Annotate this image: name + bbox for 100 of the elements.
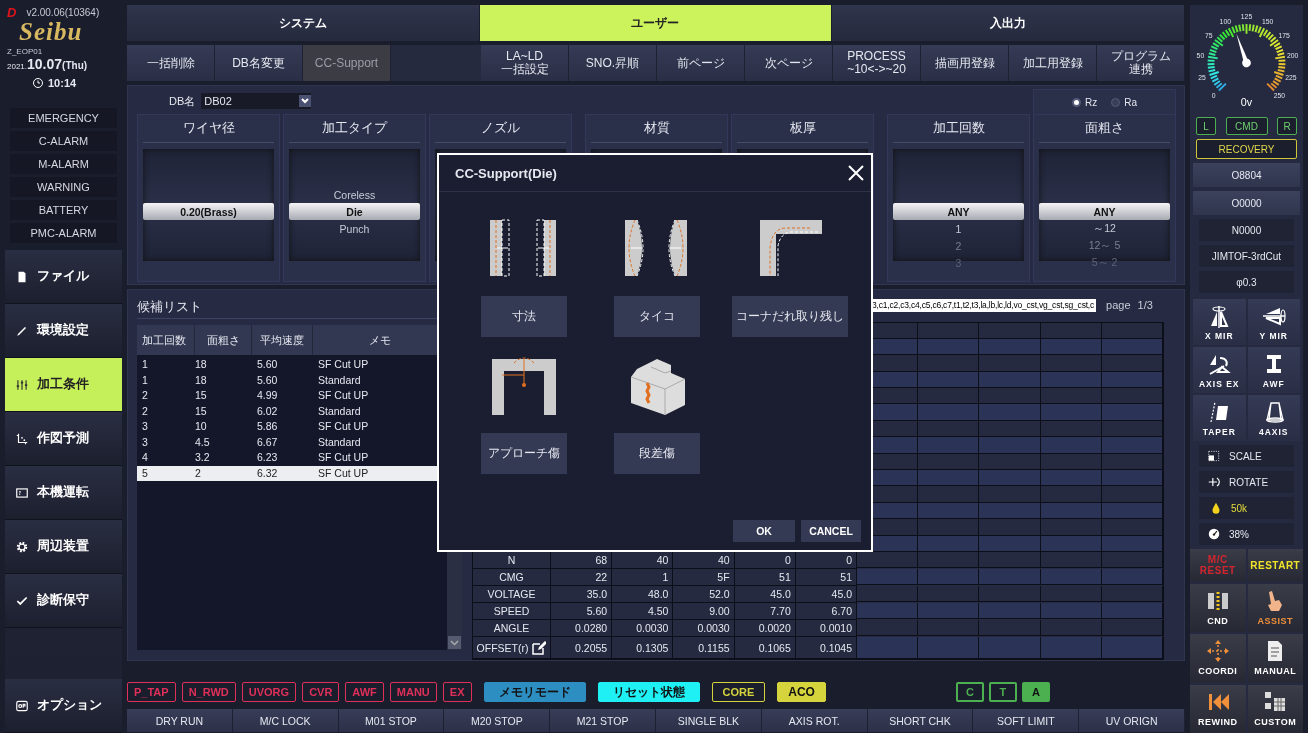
tab[interactable]: 入出力 [832,5,1185,41]
clock-icon [32,77,44,89]
picker-option[interactable]: ANY [893,203,1024,220]
status-tag: N_RWD [181,682,236,702]
toolbar-button[interactable]: CC-Support [303,45,391,81]
setting-button[interactable]: ROTATE [1199,471,1294,493]
table-cell [857,603,919,620]
setting-button[interactable]: 38% [1199,523,1294,545]
toolbar-button[interactable]: プログラム 連携 [1097,45,1185,81]
action-button[interactable]: ASSIST [1247,583,1303,632]
nav-item[interactable]: 作図予測 [5,412,122,466]
picker-option[interactable]: ANY [1039,203,1170,220]
action-button[interactable]: RESTART [1247,549,1303,582]
function-button[interactable]: DRY RUN [127,709,233,732]
tool-button[interactable]: 4AXIS [1247,395,1300,441]
mode-button[interactable]: CMD [1225,117,1268,135]
picker-option[interactable]: 1 [893,220,1024,237]
program-display: JIMTOF-3rdCut [1199,245,1294,267]
toolbar-button[interactable]: DB名変更 [215,45,303,81]
filter-field[interactable]: 3,c1,c2,c3,c4,c5,c6,c7,t1,t2,t3,la,lb,lc,ld,vo_cst,vg_cst,sg_cst,c [870,298,1097,312]
table-cell-text: SF Cut UP [317,388,370,403]
toolbar-button[interactable]: PROCESS ~10<->~20 [833,45,921,81]
function-button[interactable]: SINGLE BLK [656,709,762,732]
table-cell [1040,388,1102,405]
option-button[interactable]: アプローチ傷 [480,433,567,474]
picker-option[interactable]: Die [289,203,420,220]
table-cell [979,586,1041,603]
function-button[interactable]: M/C LOCK [232,709,339,732]
option-button[interactable]: タイコ [613,296,700,337]
picker-option[interactable]: ～12 [1039,220,1170,237]
tool-button[interactable]: Y MIR [1247,299,1300,345]
status-tag: CVR [302,682,340,702]
alarm-indicator: C-ALARM [10,131,117,151]
radio-button[interactable]: Ra [1109,96,1139,108]
picker-option[interactable]: Punch [289,220,420,237]
option-button[interactable]: コーナだれ取り残し [731,296,848,337]
table-cell: 45.0 [734,586,796,603]
close-icon [847,164,865,182]
dialog-button[interactable]: OK [733,520,795,542]
table-cell: 40 [612,552,674,569]
option-button[interactable]: 段差傷 [613,433,700,474]
tool-button[interactable]: AXIS EX [1193,347,1246,393]
column-header: ノズル [435,115,566,143]
function-button[interactable]: UV ORIGN [1079,709,1185,732]
close-button[interactable] [847,164,865,182]
nav-item[interactable]: オプション [5,679,122,733]
nav-item[interactable]: 周辺装置 [5,520,122,574]
nav-item[interactable]: 環境設定 [5,304,122,358]
program-button[interactable]: O0000 [1193,191,1300,215]
recovery-button[interactable]: RECOVERY [1196,139,1297,159]
action-button[interactable]: CUSTOM [1247,684,1303,733]
nav-item[interactable]: 診断保守 [5,574,122,628]
toolbar-button[interactable]: LA~LD 一括設定 [481,45,569,81]
table-cell: 0.1155 [673,637,735,659]
toolbar-button[interactable]: 前ページ [657,45,745,81]
nav-item[interactable]: 本機運転 [5,466,122,520]
tool-button[interactable]: X MIR [1193,299,1246,345]
nav-item[interactable]: ファイル [5,250,122,304]
version-text: v2.00.06(10364) [26,7,100,18]
function-button[interactable]: AXIS ROT. [761,709,868,732]
dialog-button[interactable]: CANCEL [801,520,861,542]
toolbar-button[interactable]: 一括削除 [127,45,215,81]
function-button[interactable]: M21 STOP [550,709,656,732]
program-button[interactable]: O8804 [1193,163,1300,187]
picker-option[interactable]: 0.20(Brass) [143,203,274,220]
picker-option[interactable]: 12～ 5 [1039,237,1170,254]
toolbar-button[interactable]: 次ページ [745,45,833,81]
picker-option[interactable]: 2 [893,237,1024,254]
toolbar-button[interactable]: 加工用登録 [1009,45,1097,81]
function-button[interactable]: SOFT LIMIT [973,709,1080,732]
nav-item[interactable]: 加工条件 [5,358,122,412]
table-cell [979,552,1041,569]
status-tag: ACO [777,682,826,702]
tool-button[interactable]: TAPER [1193,395,1246,441]
status-tag: AWF [345,682,384,702]
function-button[interactable]: M20 STOP [444,709,551,732]
tool-button[interactable]: AWF [1247,347,1300,393]
setting-button[interactable]: 50k [1199,497,1294,519]
table-cell [857,552,919,569]
mode-button[interactable]: R [1277,117,1297,135]
mode-button[interactable]: L [1196,117,1216,135]
tab[interactable]: システム [127,5,480,41]
logo-text: Seibu [18,20,84,44]
action-button[interactable]: COORDI [1190,634,1246,683]
function-button[interactable]: M01 STOP [338,709,445,732]
toolbar-button[interactable]: SNO.昇順 [569,45,657,81]
action-button[interactable]: MANUAL [1247,634,1303,683]
tab[interactable]: ユーザー [479,5,833,41]
status-tag: A [1021,682,1050,702]
table-cell: 40 [673,552,735,569]
toolbar-button[interactable]: 描画用登録 [921,45,1009,81]
table-cell-text: 15 [195,388,208,403]
radio-button[interactable]: Rz [1070,96,1100,108]
picker-option[interactable]: Coreless [289,186,420,203]
db-select[interactable]: DB02 [201,93,312,109]
setting-button[interactable]: SCALE [1199,445,1294,467]
function-button[interactable]: SHORT CHK [867,709,974,732]
action-button[interactable]: CND [1190,583,1246,632]
action-button[interactable]: REWIND [1190,684,1246,733]
option-button[interactable]: 寸法 [480,296,567,337]
